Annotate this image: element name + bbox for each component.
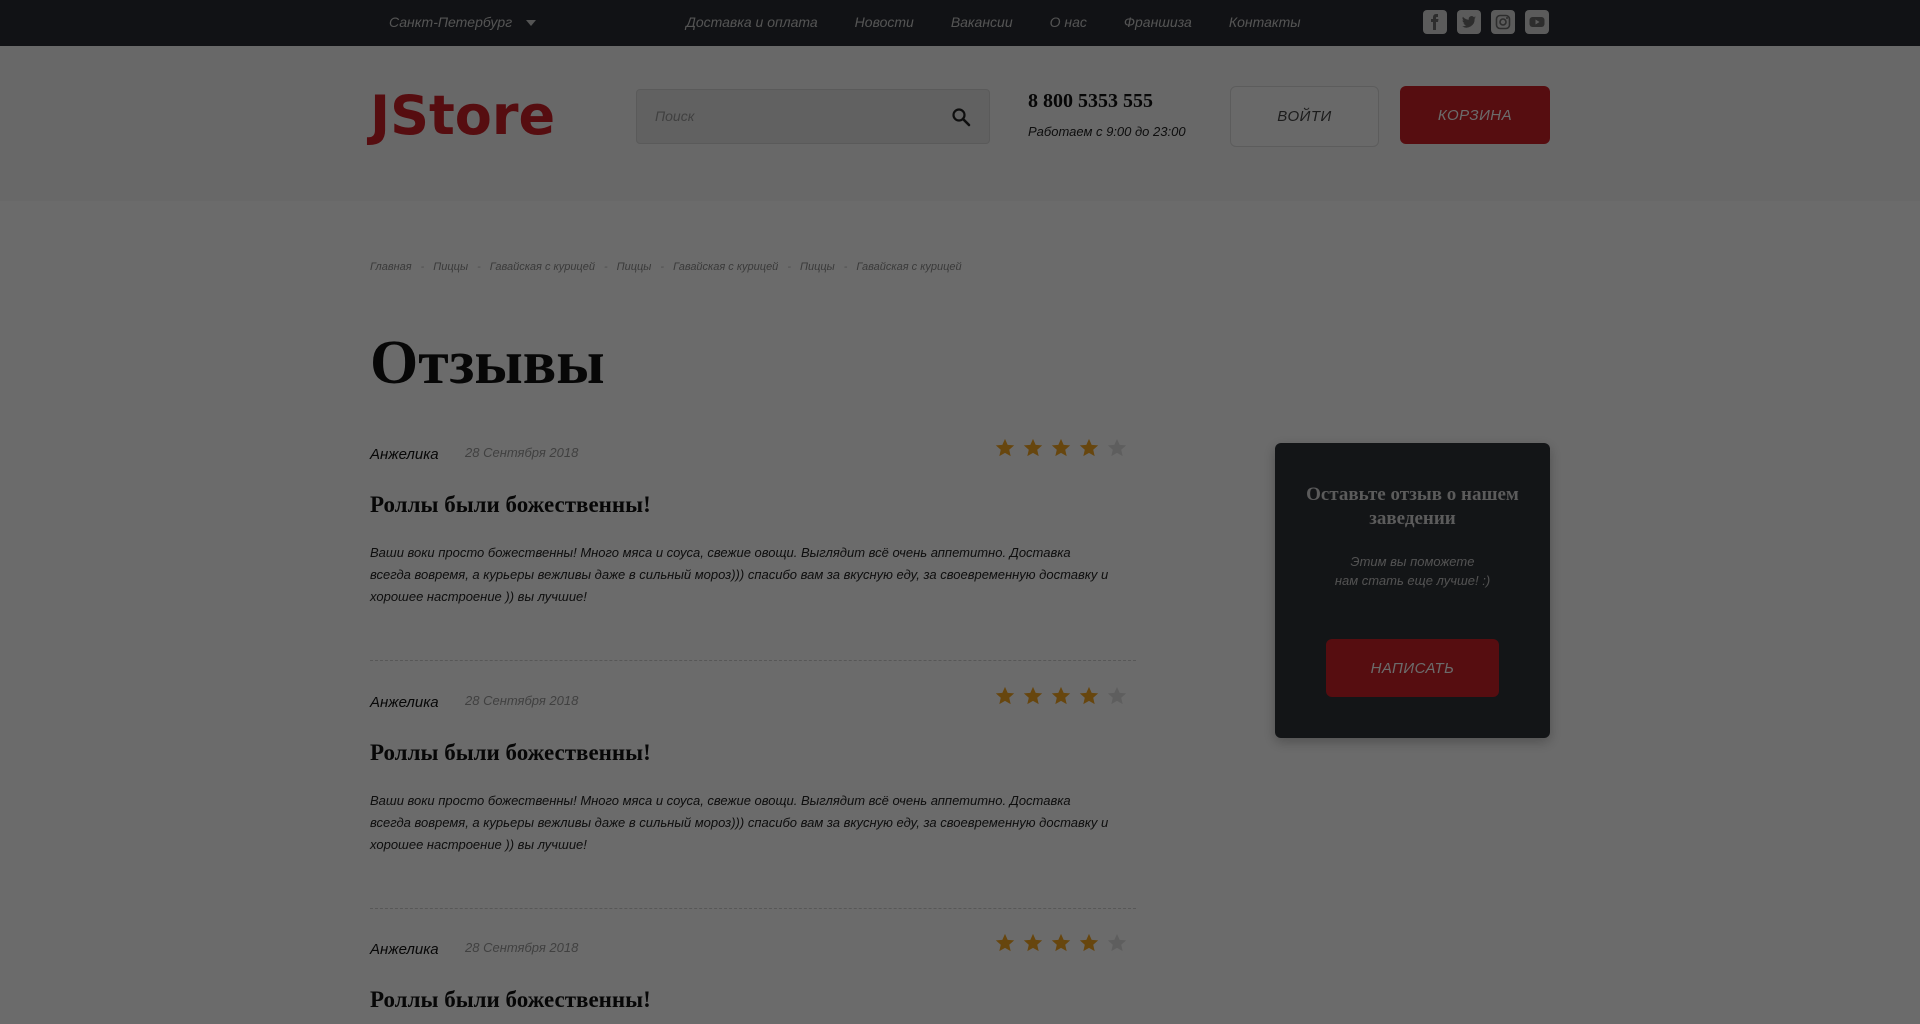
breadcrumb-item[interactable]: Главная — [370, 261, 412, 273]
top-nav: Доставка и оплата Новости Вакансии О нас… — [686, 14, 1301, 30]
rating-stars — [994, 437, 1128, 459]
star-filled-icon — [1023, 686, 1043, 705]
breadcrumb-item[interactable]: Гавайская с курицей — [490, 261, 595, 273]
breadcrumb-item[interactable]: Гавайская с курицей — [673, 261, 778, 273]
review-divider — [370, 660, 1136, 661]
nav-link-franchise[interactable]: Франшиза — [1124, 14, 1192, 30]
nav-link-news[interactable]: Новости — [855, 14, 914, 30]
city-selector[interactable]: Санкт-Петербург — [389, 14, 537, 30]
star-filled-icon — [1051, 933, 1071, 952]
write-review-panel: Оставьте отзыв о нашем заведении Этим вы… — [1275, 443, 1550, 738]
phone-number[interactable]: 8 800 5353 555 — [1028, 90, 1153, 113]
write-review-button[interactable]: НАПИСАТЬ — [1326, 639, 1499, 697]
review-text: Ваши воки просто божественны! Много мяса… — [370, 545, 1109, 604]
panel-title: Оставьте отзыв о нашем заведении — [1306, 484, 1519, 529]
city-label: Санкт-Петербург — [389, 14, 513, 30]
review-author: Анжелика — [370, 694, 439, 711]
rating-stars — [994, 932, 1128, 954]
review-divider — [370, 908, 1136, 909]
facebook-icon[interactable] — [1423, 10, 1447, 34]
review-author: Анжелика — [370, 446, 439, 463]
breadcrumb: Главная - Пиццы - Гавайская с курицей - Пиц… — [370, 261, 962, 273]
review-date: 28 Сентября 2018 — [465, 940, 579, 955]
nav-link-delivery[interactable]: Доставка и оплата — [686, 14, 818, 30]
rating-stars — [994, 685, 1128, 707]
twitter-icon[interactable] — [1457, 10, 1481, 34]
nav-link-about[interactable]: О нас — [1050, 14, 1087, 30]
social-links — [1423, 10, 1549, 34]
review-date: 28 Сентября 2018 — [465, 445, 579, 460]
search-box — [636, 89, 990, 144]
youtube-icon[interactable] — [1525, 10, 1549, 34]
star-filled-icon — [995, 686, 1015, 705]
breadcrumb-separator: - — [787, 261, 791, 273]
breadcrumb-separator: - — [843, 261, 848, 273]
nav-link-contacts[interactable]: Контакты — [1229, 14, 1301, 30]
star-filled-icon — [1079, 933, 1099, 952]
search-input[interactable] — [653, 107, 937, 125]
star-filled-icon — [1023, 933, 1043, 952]
breadcrumb-item[interactable]: Пиццы — [800, 261, 835, 273]
breadcrumb-separator: - — [420, 261, 425, 273]
logo-text: JStore — [370, 84, 556, 147]
star-filled-icon — [1023, 438, 1043, 457]
review-title: Роллы были божественны! — [370, 987, 651, 1012]
panel-subtitle-line: нам стать еще лучше! :) — [1334, 573, 1491, 588]
panel-subtitle-line: Этим вы поможете — [1350, 554, 1475, 569]
breadcrumb-separator: - — [477, 261, 481, 273]
page-title: Отзывы — [370, 329, 605, 397]
panel-subtitle: Этим вы поможете нам стать еще лучше! :) — [1275, 552, 1550, 590]
instagram-icon[interactable] — [1491, 10, 1515, 34]
breadcrumb-item-current: Гавайская с курицей — [856, 261, 962, 273]
top-bar: Санкт-Петербург Доставка и оплата Новост… — [0, 0, 1920, 46]
chevron-down-icon — [526, 20, 537, 26]
star-filled-icon — [995, 933, 1015, 952]
review-title: Роллы были божественны! — [370, 740, 651, 765]
star-empty-icon — [1107, 686, 1127, 705]
star-empty-icon — [1107, 438, 1127, 457]
nav-link-vacancies[interactable]: Вакансии — [951, 14, 1013, 30]
review-date: 28 Сентября 2018 — [465, 693, 579, 708]
site-header: JStore 8 800 5353 555 Работаем с 9:00 до… — [0, 46, 1920, 201]
breadcrumb-separator: - — [603, 261, 608, 273]
working-hours: Работаем с 9:00 до 23:00 — [1028, 124, 1186, 139]
cart-button[interactable]: КОРЗИНА — [1400, 86, 1550, 144]
breadcrumb-separator: - — [660, 261, 665, 273]
star-filled-icon — [1079, 438, 1099, 457]
login-button[interactable]: ВОЙТИ — [1230, 86, 1379, 147]
review-text: Ваши воки просто божественны! Много мяса… — [370, 793, 1109, 852]
review-title: Роллы были божественны! — [370, 492, 651, 517]
star-filled-icon — [1051, 686, 1071, 705]
star-filled-icon — [995, 438, 1015, 457]
breadcrumb-item[interactable]: Пиццы — [433, 261, 468, 273]
review-author: Анжелика — [370, 941, 439, 958]
search-icon[interactable] — [951, 107, 971, 132]
star-empty-icon — [1107, 933, 1127, 952]
star-filled-icon — [1051, 438, 1071, 457]
star-filled-icon — [1079, 686, 1099, 705]
logo[interactable]: JStore — [370, 86, 555, 146]
breadcrumb-item[interactable]: Пиццы — [617, 261, 652, 273]
